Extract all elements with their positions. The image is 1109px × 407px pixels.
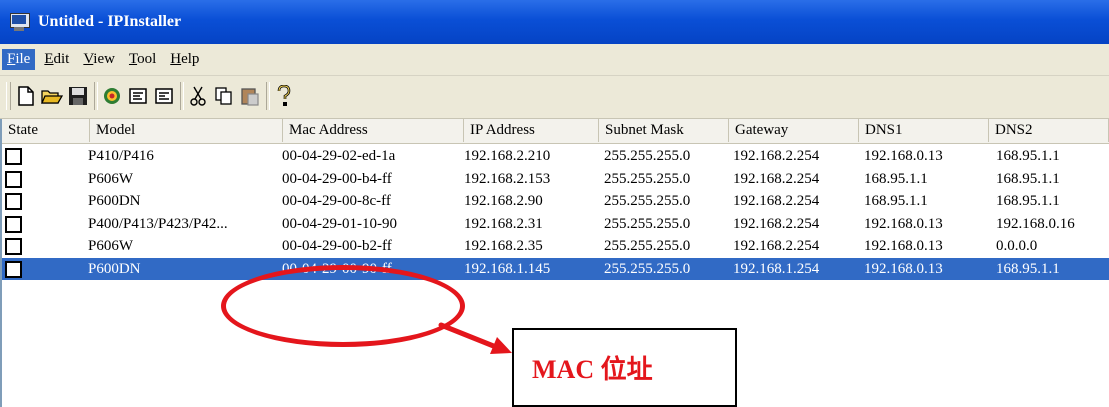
search-device-icon[interactable] bbox=[100, 84, 124, 108]
cell-dns1: 192.168.0.13 bbox=[864, 260, 943, 277]
column-header-dns1[interactable]: DNS1 bbox=[859, 119, 989, 142]
cell-ip-address: 192.168.2.210 bbox=[464, 148, 551, 164]
cell-model: P606W bbox=[88, 170, 133, 187]
title-bar: Untitled - IPInstaller bbox=[0, 0, 1109, 44]
toolbar-separator bbox=[94, 82, 98, 110]
menu-edit[interactable]: Edit bbox=[39, 49, 74, 70]
menu-label: dit bbox=[53, 51, 70, 67]
cell-gateway: 192.168.2.254 bbox=[733, 238, 820, 254]
cell-dns2: 168.95.1.1 bbox=[996, 170, 1060, 187]
list-header: State Model Mac Address IP Address Subnet Ma… bbox=[2, 119, 1109, 144]
cell-subnet-mask: 255.255.255.0 bbox=[604, 148, 691, 164]
toolbar-separator bbox=[266, 82, 270, 110]
cell-mac-address: 00-04-29-00-b4-ff bbox=[282, 170, 392, 187]
cell-gateway: 192.168.2.254 bbox=[733, 193, 820, 209]
table-row[interactable]: P410/P416 00-04-29-02-ed-1a 192.168.2.210 2… bbox=[2, 145, 1109, 167]
cell-model: P600DN bbox=[88, 260, 141, 277]
cell-dns1: 168.95.1.1 bbox=[864, 193, 928, 209]
window-title: Untitled - IPInstaller bbox=[38, 13, 182, 30]
cell-dns1: 192.168.0.13 bbox=[864, 148, 943, 164]
menu-help[interactable]: Help bbox=[165, 49, 204, 70]
menu-mnemonic: V bbox=[83, 51, 94, 67]
cell-dns2: 168.95.1.1 bbox=[996, 148, 1060, 164]
paste-icon[interactable] bbox=[238, 84, 262, 108]
cell-ip-address: 192.168.2.31 bbox=[464, 215, 543, 232]
annotation-label-box: MAC 位址 bbox=[512, 328, 737, 407]
toolbar-grip[interactable] bbox=[6, 82, 11, 110]
menu-file[interactable]: File bbox=[2, 49, 36, 70]
cell-gateway: 192.168.1.254 bbox=[733, 260, 820, 277]
cell-dns1: 192.168.0.13 bbox=[864, 238, 943, 254]
table-row[interactable]: P606W 00-04-29-00-b2-ff 192.168.2.35 255.25… bbox=[2, 235, 1109, 257]
annotation-label: MAC 位址 bbox=[532, 355, 653, 384]
copy-icon[interactable] bbox=[212, 84, 236, 108]
menu-mnemonic: T bbox=[128, 51, 138, 67]
cell-subnet-mask: 255.255.255.0 bbox=[604, 238, 691, 254]
cell-model: P600DN bbox=[88, 193, 141, 209]
cell-dns1: 168.95.1.1 bbox=[864, 170, 928, 187]
column-header-model[interactable]: Model bbox=[90, 119, 283, 142]
cell-mac-address: 00-04-29-00-b2-ff bbox=[282, 238, 392, 254]
cell-subnet-mask: 255.255.255.0 bbox=[604, 193, 691, 209]
cell-subnet-mask: 255.255.255.0 bbox=[604, 260, 691, 277]
column-header-ip-address[interactable]: IP Address bbox=[464, 119, 599, 142]
cell-gateway: 192.168.2.254 bbox=[733, 215, 820, 232]
menu-label: ile bbox=[15, 51, 31, 67]
table-row[interactable]: P606W 00-04-29-00-b4-ff 192.168.2.153 255.2… bbox=[2, 168, 1109, 190]
config-icon[interactable] bbox=[126, 84, 150, 108]
cell-dns2: 168.95.1.1 bbox=[996, 260, 1060, 277]
cell-ip-address: 192.168.2.90 bbox=[464, 193, 543, 209]
menu-tool[interactable]: Tool bbox=[124, 49, 161, 70]
menu-label: ool bbox=[137, 51, 157, 67]
state-checkbox[interactable] bbox=[5, 170, 22, 188]
cut-icon[interactable] bbox=[186, 84, 210, 108]
column-header-gateway[interactable]: Gateway bbox=[729, 119, 859, 142]
table-row[interactable]: P600DN 00-04-29-00-90-ff 192.168.1.145 255.… bbox=[2, 257, 1109, 280]
save-icon[interactable] bbox=[66, 84, 90, 108]
config2-icon[interactable] bbox=[152, 84, 176, 108]
toolbar-separator bbox=[180, 82, 184, 110]
help-icon[interactable] bbox=[272, 84, 296, 108]
cell-dns2: 168.95.1.1 bbox=[996, 193, 1060, 209]
column-header-dns2[interactable]: DNS2 bbox=[989, 119, 1109, 142]
cell-dns2: 192.168.0.16 bbox=[996, 215, 1075, 232]
state-checkbox[interactable] bbox=[5, 148, 22, 165]
cell-ip-address: 192.168.1.145 bbox=[464, 260, 551, 277]
menu-view[interactable]: View bbox=[78, 49, 120, 70]
cell-ip-address: 192.168.2.153 bbox=[464, 170, 551, 187]
cell-subnet-mask: 255.255.255.0 bbox=[604, 215, 691, 232]
cell-gateway: 192.168.2.254 bbox=[733, 148, 820, 164]
cell-mac-address: 00-04-29-02-ed-1a bbox=[282, 148, 396, 164]
state-checkbox[interactable] bbox=[5, 238, 22, 255]
menu-mnemonic: E bbox=[44, 51, 54, 67]
menu-bar: File Edit View Tool Help bbox=[0, 44, 1109, 76]
cell-model: P606W bbox=[88, 238, 133, 254]
cell-mac-address: 00-04-29-00-90-ff bbox=[282, 260, 392, 277]
cell-ip-address: 192.168.2.35 bbox=[464, 238, 543, 254]
table-row[interactable]: P600DN 00-04-29-00-8c-ff 192.168.2.90 255.2… bbox=[2, 190, 1109, 212]
open-folder-icon[interactable] bbox=[40, 84, 64, 108]
column-header-mac-address[interactable]: Mac Address bbox=[283, 119, 464, 142]
new-icon[interactable] bbox=[14, 84, 38, 108]
cell-mac-address: 00-04-29-01-10-90 bbox=[282, 215, 397, 232]
app-icon bbox=[8, 12, 30, 32]
column-header-state[interactable]: State bbox=[2, 119, 90, 142]
state-checkbox[interactable] bbox=[5, 215, 22, 233]
cell-gateway: 192.168.2.254 bbox=[733, 170, 820, 187]
cell-dns2: 0.0.0.0 bbox=[996, 238, 1038, 254]
cell-dns1: 192.168.0.13 bbox=[864, 215, 943, 232]
state-checkbox[interactable] bbox=[5, 193, 22, 210]
cell-subnet-mask: 255.255.255.0 bbox=[604, 170, 691, 187]
cell-model: P410/P416 bbox=[88, 148, 154, 164]
menu-label: elp bbox=[181, 51, 200, 67]
cell-model: P400/P413/P423/P42... bbox=[88, 215, 228, 232]
menu-label: iew bbox=[93, 51, 115, 67]
table-row[interactable]: P400/P413/P423/P42... 00-04-29-01-10-90 19… bbox=[2, 213, 1109, 235]
state-checkbox[interactable] bbox=[5, 260, 22, 278]
toolbar bbox=[0, 76, 1109, 119]
column-header-subnet-mask[interactable]: Subnet Mask bbox=[599, 119, 729, 142]
menu-mnemonic: H bbox=[170, 51, 182, 67]
cell-mac-address: 00-04-29-00-8c-ff bbox=[282, 193, 391, 209]
